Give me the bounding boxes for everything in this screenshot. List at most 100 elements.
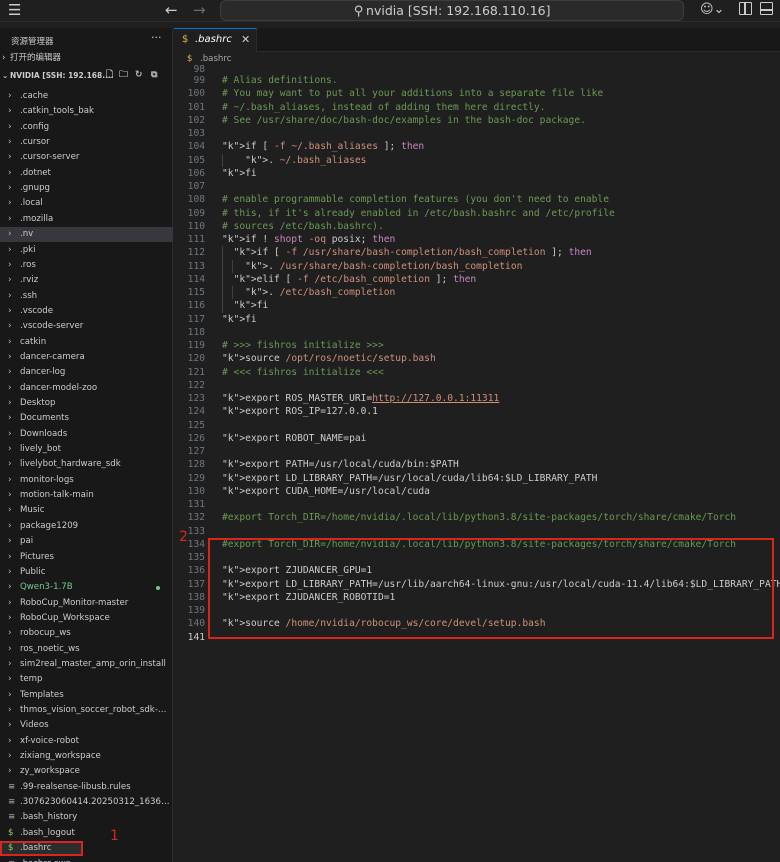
tree-folder[interactable]: › RoboCup_Monitor-master	[0, 596, 173, 611]
tree-item-label: temp	[20, 674, 43, 685]
code-line: 117 "k">fi	[174, 313, 780, 326]
more-actions-icon[interactable]: ···	[151, 31, 162, 44]
workspace-root-section[interactable]: ⌄ NVIDIA [SSH: 192.168.... 🗋 🗀 ↻ ⧉	[0, 68, 173, 83]
tree-folder[interactable]: › motion-talk-main	[0, 488, 173, 503]
tree-folder[interactable]: › .cursor-server	[0, 150, 173, 165]
close-icon[interactable]: ✕	[241, 29, 250, 51]
tree-folder[interactable]: › Videos	[0, 718, 173, 733]
tree-folder[interactable]: › zixiang_workspace	[0, 749, 173, 764]
code-line: 130 "k">export CUDA_HOME=/usr/local/cuda	[174, 485, 780, 498]
tree-item-label: zixiang_workspace	[20, 751, 101, 762]
editor-tabs: $ .bashrc ✕	[174, 28, 780, 52]
tree-folder[interactable]: › Documents	[0, 411, 173, 426]
chevron-right-icon: ›	[8, 121, 12, 132]
code-line: 102 # See /usr/share/doc/bash-doc/example…	[174, 114, 780, 127]
tree-folder[interactable]: › dancer-log	[0, 365, 173, 380]
tree-folder[interactable]: › .gnupg	[0, 181, 173, 196]
line-number: 99	[193, 75, 205, 86]
copilot-icon[interactable]: ☺⌄	[700, 2, 724, 17]
tree-folder[interactable]: › Templates	[0, 688, 173, 703]
tree-folder[interactable]: › xf-voice-robot	[0, 734, 173, 749]
tree-folder[interactable]: › lively_bot	[0, 442, 173, 457]
menu-icon[interactable]: ☰	[8, 2, 21, 18]
refresh-icon[interactable]: ↻	[135, 68, 143, 83]
open-editors-section[interactable]: › 打开的编辑器	[0, 51, 173, 66]
new-file-icon[interactable]: 🗋	[106, 68, 113, 83]
tree-folder[interactable]: › Pictures	[0, 550, 173, 565]
tree-file[interactable]: ≡ .bashrc.swn	[0, 857, 173, 862]
tree-file[interactable]: ≡ .99-realsense-libusb.rules	[0, 780, 173, 795]
tree-folder[interactable]: › .pki	[0, 243, 173, 258]
tree-file[interactable]: $ .bashrc	[0, 841, 83, 857]
tree-item-label: .bashrc.swn	[20, 857, 170, 862]
tree-folder[interactable]: › .mozilla	[0, 212, 173, 227]
tree-file[interactable]: ≡ .307623060414.20250312_163653....	[0, 795, 173, 810]
code-line: 111 "k">if ! shopt -oq posix; then	[174, 233, 780, 246]
code-text: # this, if it's already enabled in /etc/…	[222, 207, 615, 219]
chevron-right-icon: ›	[8, 720, 12, 731]
tree-folder[interactable]: › livelybot_hardware_sdk	[0, 457, 173, 472]
line-number: 101	[187, 101, 205, 113]
tree-folder[interactable]: › .rviz	[0, 273, 173, 288]
tree-folder[interactable]: › .nv	[0, 227, 173, 243]
tree-item-label: .rviz	[20, 275, 39, 286]
tree-item-label: .cursor	[20, 137, 50, 148]
tree-folder[interactable]: › .ros	[0, 258, 173, 273]
tree-folder[interactable]: › .vscode	[0, 304, 173, 319]
tree-folder[interactable]: › Public	[0, 565, 173, 580]
tree-item-label: Desktop	[20, 398, 56, 408]
tree-folder[interactable]: › .cursor	[0, 135, 173, 150]
toggle-panel-icon[interactable]	[760, 2, 773, 15]
tree-folder[interactable]: › .cache	[0, 89, 173, 104]
code-line: 125	[174, 419, 780, 432]
code-text: #export Torch_DIR=/home/nvidia/.local/li…	[222, 512, 737, 524]
tree-folder[interactable]: › dancer-camera	[0, 350, 173, 365]
indent-guide	[232, 286, 233, 300]
chevron-right-icon: ›	[8, 505, 12, 516]
back-arrow-icon[interactable]: ←	[165, 1, 178, 19]
tree-folder[interactable]: › robocup_ws	[0, 626, 173, 641]
tab-bashrc[interactable]: $ .bashrc ✕	[174, 28, 257, 52]
tree-folder[interactable]: › Music	[0, 503, 173, 518]
code-text: # enable programmable completion feature…	[222, 194, 609, 206]
tree-item-label: Qwen3-1.7B	[20, 582, 73, 593]
tree-folder[interactable]: › catkin	[0, 335, 173, 350]
tree-folder[interactable]: › RoboCup_Workspace	[0, 611, 173, 626]
tree-folder[interactable]: › temp	[0, 672, 173, 687]
toggle-sidebar-icon[interactable]	[739, 2, 752, 15]
tree-folder[interactable]: › Downloads	[0, 427, 173, 442]
new-folder-icon[interactable]: 🗀	[119, 68, 128, 83]
tree-folder[interactable]: › Desktop	[0, 396, 173, 411]
tree-folder[interactable]: › .dotnet	[0, 166, 173, 181]
tree-item-label: .bash_history	[20, 812, 78, 823]
tree-folder[interactable]: › thmos_vision_soccer_robot_sdk-m...	[0, 703, 173, 718]
code-editor[interactable]: 98 99 # Alias definitions. 100 # You may wa…	[174, 64, 780, 862]
chevron-right-icon: ›	[8, 351, 12, 362]
command-center[interactable]: ⚲ nvidia [SSH: 192.168.110.16]	[220, 0, 684, 21]
line-number: 104	[187, 141, 205, 153]
tree-file[interactable]: $ .bash_logout	[0, 826, 173, 841]
forward-arrow-icon[interactable]: →	[193, 1, 206, 19]
tree-folder[interactable]: › sim2real_master_amp_orin_install	[0, 657, 173, 672]
tree-folder[interactable]: › .catkin_tools_bak	[0, 104, 173, 119]
tree-folder[interactable]: › monitor-logs	[0, 473, 173, 488]
tree-item-label: Downloads	[20, 428, 68, 439]
tree-folder[interactable]: › zy_workspace	[0, 764, 173, 779]
tree-folder[interactable]: › .config	[0, 120, 173, 135]
tree-folder[interactable]: › .ssh	[0, 289, 173, 304]
tree-folder[interactable]: › dancer-model-zoo	[0, 381, 173, 396]
collapse-all-icon[interactable]: ⧉	[151, 68, 157, 83]
tree-file[interactable]: ≡ .bash_history	[0, 810, 173, 825]
code-line: 105 "k">. ~/.bash_aliases	[174, 154, 780, 167]
tree-folder[interactable]: › ros_noetic_ws	[0, 642, 173, 657]
tree-folder[interactable]: › .vscode-server	[0, 319, 173, 334]
tree-folder[interactable]: › Qwen3-1.7B	[0, 580, 173, 595]
code-line: 100 # You may want to put all your additi…	[174, 87, 780, 100]
code-line: 126 "k">export ROBOT_NAME=pai	[174, 432, 780, 445]
tree-folder[interactable]: › pai	[0, 534, 173, 549]
tree-folder[interactable]: › package1209	[0, 519, 173, 534]
line-number: 120	[187, 353, 205, 365]
tree-folder[interactable]: › .local	[0, 196, 173, 211]
text-file-icon: ≡	[8, 781, 16, 792]
line-number: 122	[187, 379, 205, 391]
